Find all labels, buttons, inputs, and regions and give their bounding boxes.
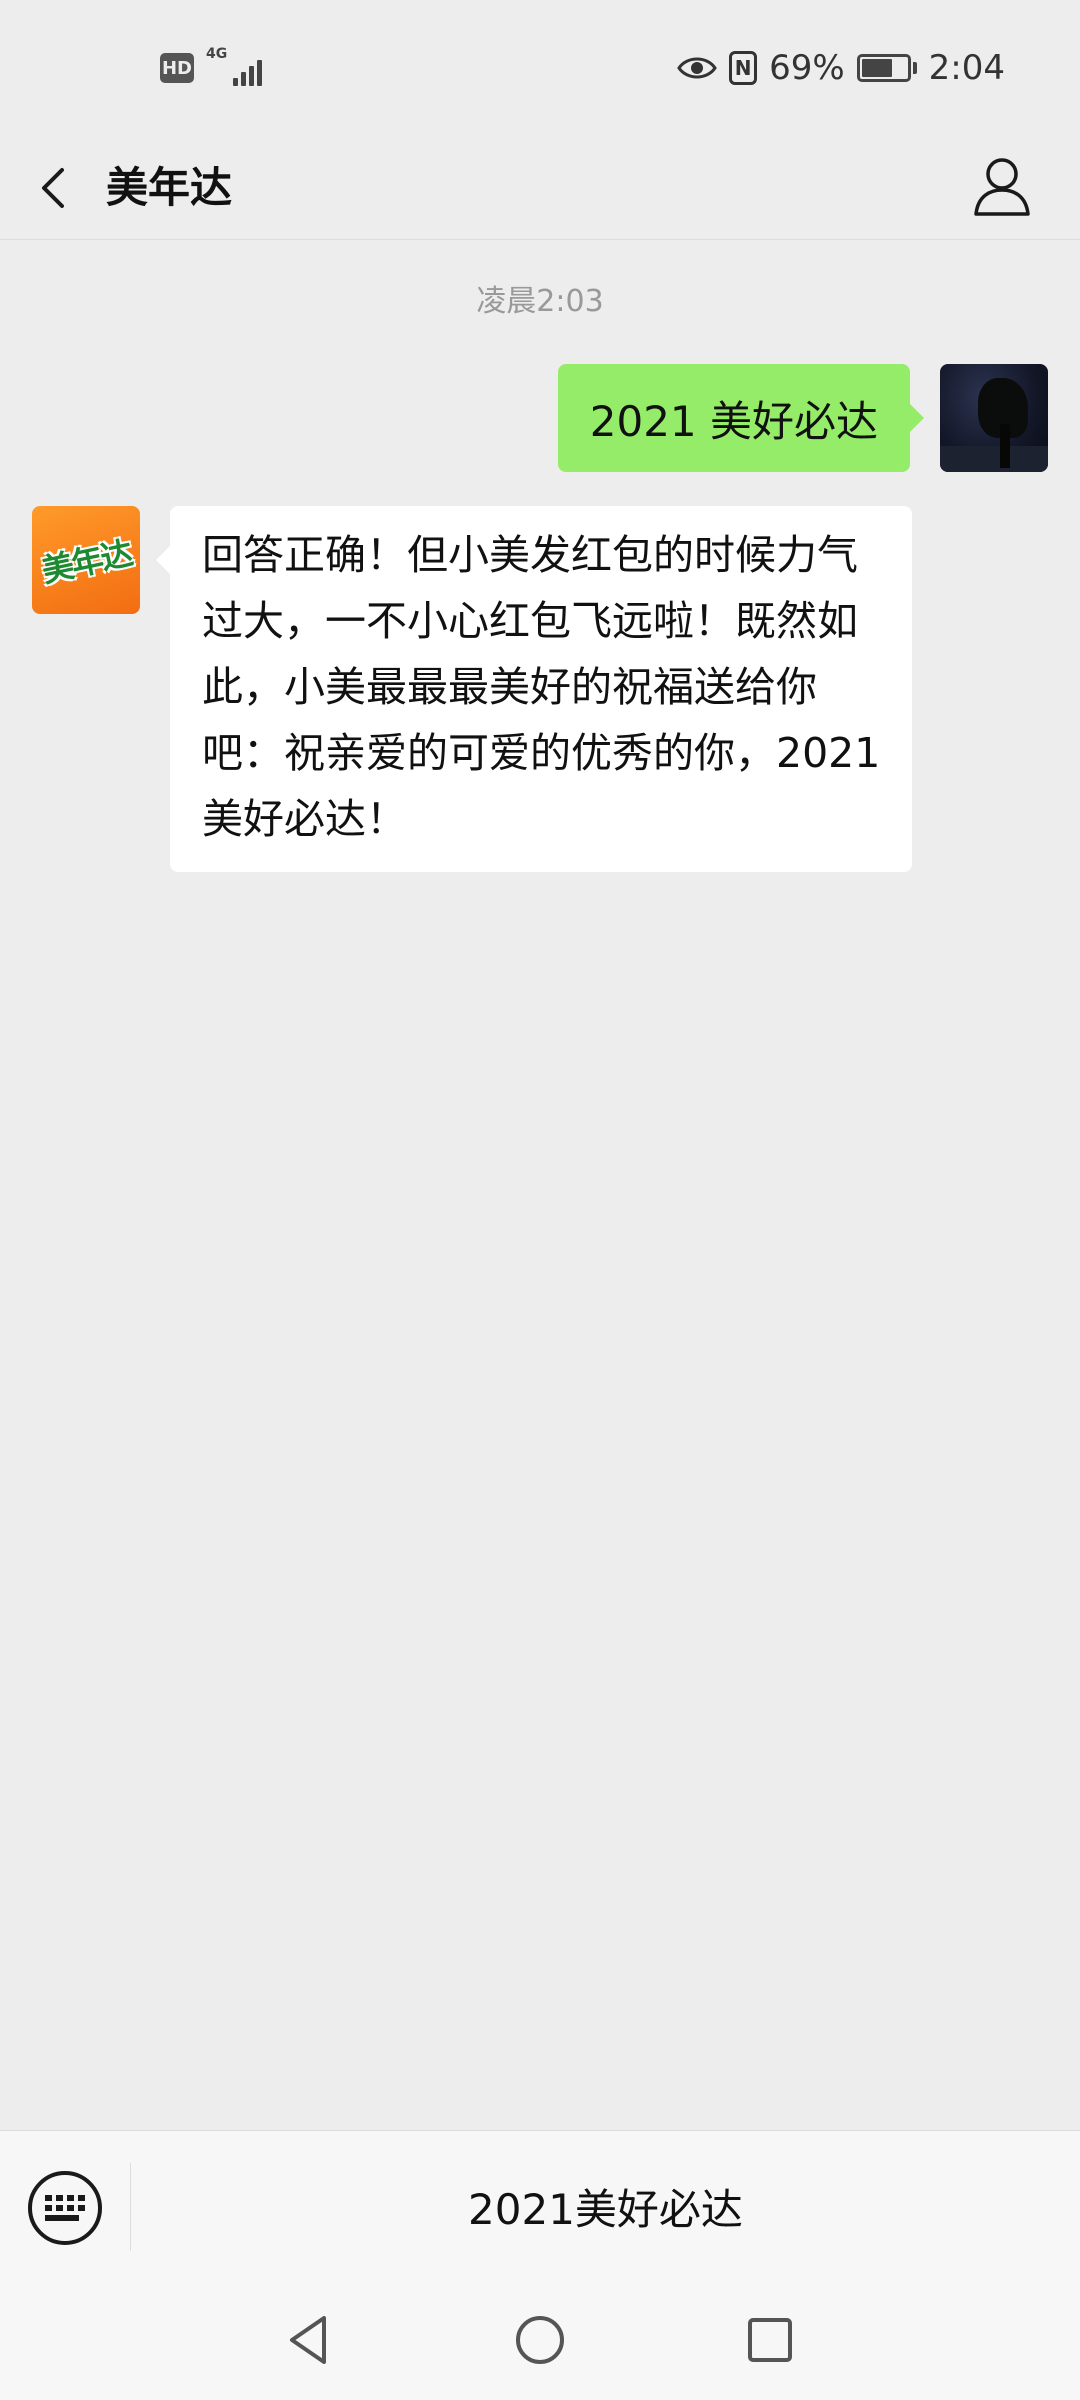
status-right: N 69% 2:04	[677, 44, 1005, 92]
hd-badge: HD	[160, 53, 194, 83]
chat-header: 美年达	[0, 136, 1080, 240]
profile-icon[interactable]	[970, 150, 1034, 220]
system-nav-bar	[0, 2280, 1080, 2400]
network-type: 4G	[206, 46, 228, 62]
status-bar: HD 4G N 69% 2:04	[0, 0, 1080, 136]
battery-fill	[861, 59, 892, 77]
nav-home-icon[interactable]	[510, 2310, 570, 2370]
keyboard-icon[interactable]	[28, 2171, 102, 2245]
bot-avatar[interactable]: 美年达	[32, 506, 140, 614]
input-bar: 2021美好必达	[0, 2130, 1080, 2280]
nav-recent-icon[interactable]	[740, 2310, 800, 2370]
quick-reply-button[interactable]: 2021美好必达	[131, 2131, 1080, 2281]
received-message-bubble[interactable]: 回答正确！但小美发红包的时候力气过大，一不小心红包飞远啦！既然如此，小美最最最美…	[156, 506, 912, 872]
bot-avatar-logo: 美年达	[38, 534, 135, 590]
nfc-icon: N	[729, 51, 758, 85]
battery-percent: 69%	[769, 48, 845, 88]
status-left: HD 4G	[160, 46, 262, 88]
sent-message-bubble[interactable]: 2021 美好必达	[557, 364, 925, 472]
signal-icon: 4G	[206, 46, 262, 88]
eye-icon	[677, 57, 717, 79]
my-avatar[interactable]	[940, 364, 1048, 472]
message-timestamp: 凌晨2:03	[476, 284, 604, 319]
page-title: 美年达	[106, 163, 233, 212]
nav-back-icon[interactable]	[280, 2310, 340, 2370]
back-icon[interactable]	[32, 158, 76, 218]
battery-icon	[856, 54, 917, 82]
clock: 2:04	[928, 48, 1005, 88]
